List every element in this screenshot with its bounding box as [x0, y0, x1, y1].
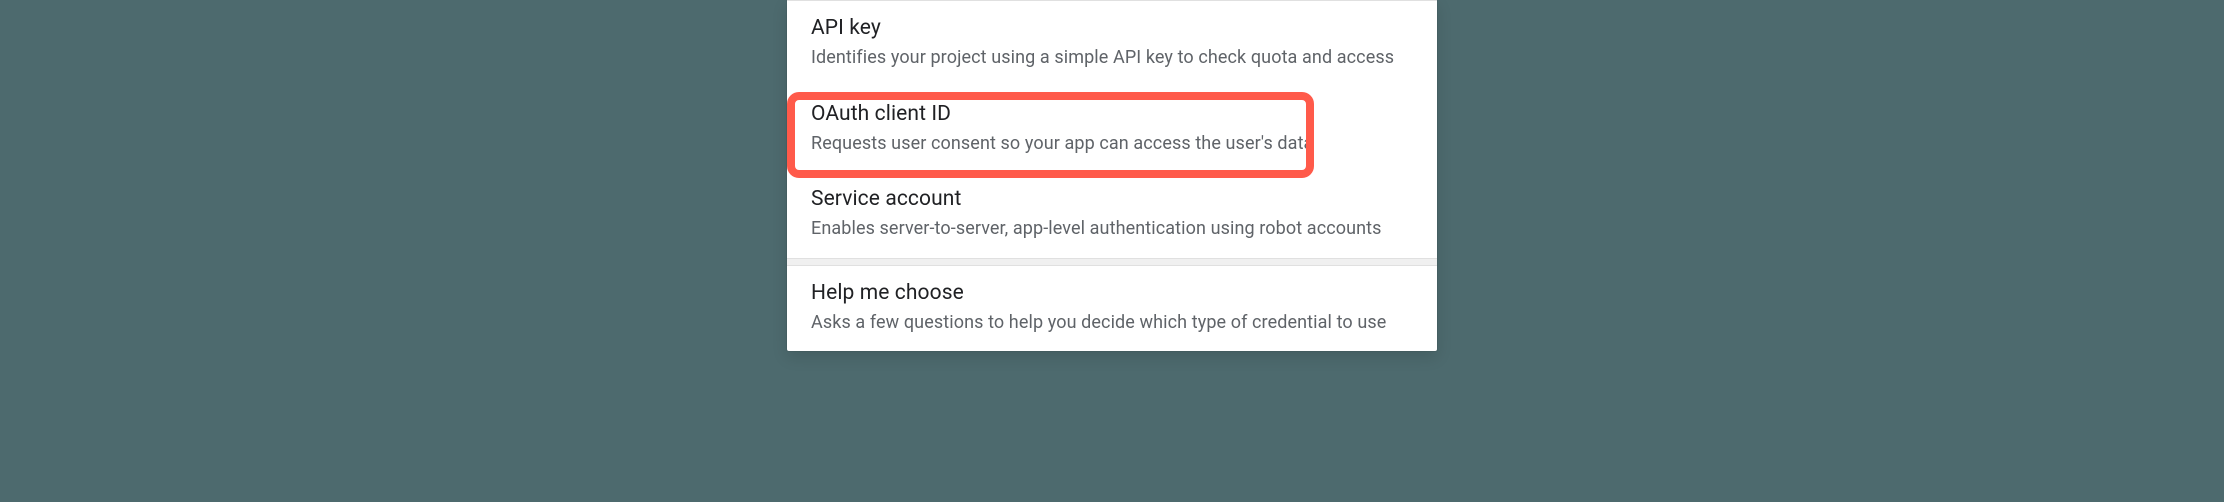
menu-item-title: Service account — [811, 186, 1413, 212]
section-divider — [787, 258, 1437, 266]
menu-item-title: Help me choose — [811, 280, 1413, 306]
menu-item-help-me-choose[interactable]: Help me choose Asks a few questions to h… — [787, 266, 1437, 352]
menu-item-description: Asks a few questions to help you decide … — [811, 311, 1413, 335]
menu-item-description: Enables server-to-server, app-level auth… — [811, 217, 1413, 241]
menu-item-description: Requests user consent so your app can ac… — [811, 132, 1413, 156]
menu-item-description: Identifies your project using a simple A… — [811, 46, 1413, 70]
menu-item-title: OAuth client ID — [811, 101, 1413, 127]
menu-item-api-key[interactable]: API key Identifies your project using a … — [787, 1, 1437, 87]
menu-item-title: API key — [811, 15, 1413, 41]
create-credentials-dropdown: API key Identifies your project using a … — [787, 0, 1437, 351]
menu-item-service-account[interactable]: Service account Enables server-to-server… — [787, 172, 1437, 258]
menu-item-oauth-client-id[interactable]: OAuth client ID Requests user consent so… — [787, 87, 1437, 173]
